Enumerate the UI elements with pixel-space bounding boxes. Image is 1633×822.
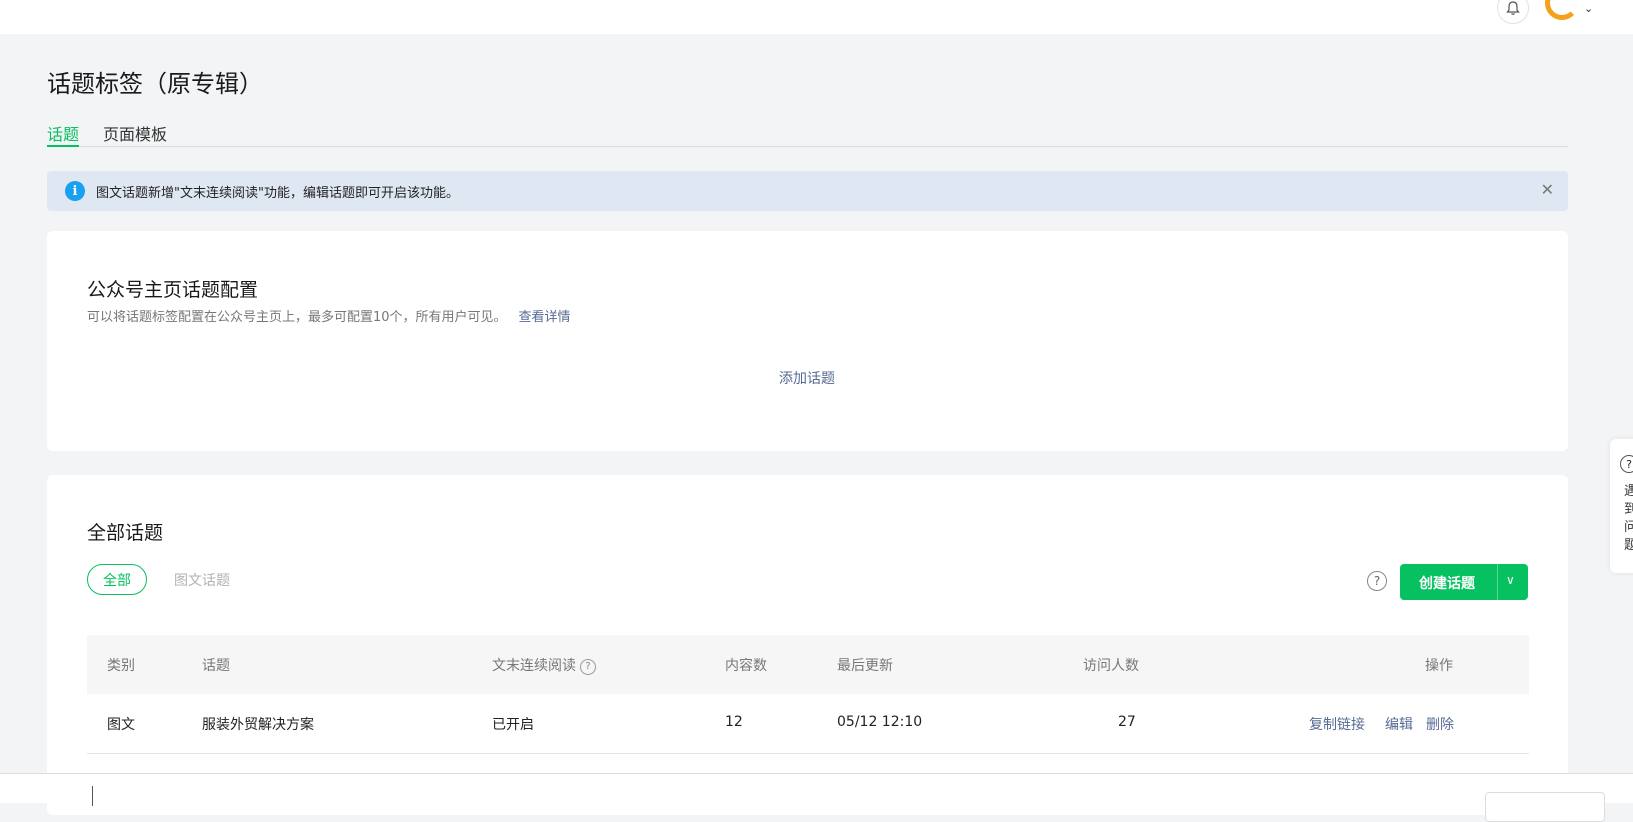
side-help-text[interactable]: 遇到问题 (1624, 483, 1633, 555)
cell-category: 图文 (107, 717, 135, 733)
side-help-widget[interactable]: ? 遇到问题 (1610, 439, 1633, 573)
header-continuous-reading-label: 文末连续阅读 (492, 658, 576, 674)
close-icon[interactable]: ✕ (1541, 180, 1554, 199)
cell-topic: 服装外贸解决方案 (202, 717, 314, 733)
notice-banner: i 图文话题新增"文末连续阅读"功能，编辑话题即可开启该功能。 ✕ (47, 171, 1568, 211)
bottom-action-button[interactable] (1485, 792, 1605, 822)
all-topics-title: 全部话题 (87, 522, 164, 544)
bell-icon (1506, 1, 1520, 15)
notice-text: 图文话题新增"文末连续阅读"功能，编辑话题即可开启该功能。 (96, 186, 459, 201)
edit-button[interactable]: 编辑 (1385, 714, 1413, 734)
homepage-config-desc: 可以将话题标签配置在公众号主页上，最多可配置10个，所有用户可见。 查看详情 (87, 306, 571, 325)
header-content-count: 内容数 (725, 658, 767, 674)
topics-table: 类别 话题 文末连续阅读? 内容数 最后更新 访问人数 操作 图文 服装外贸解决… (87, 635, 1529, 754)
divider (92, 786, 93, 806)
homepage-config-card: 公众号主页话题配置 可以将话题标签配置在公众号主页上，最多可配置10个，所有用户… (47, 231, 1568, 451)
homepage-config-title: 公众号主页话题配置 (87, 279, 259, 301)
header-continuous-reading: 文末连续阅读? (492, 655, 596, 675)
header-visitors: 访问人数 (1083, 658, 1139, 674)
create-topic-label[interactable]: 创建话题 (1419, 573, 1475, 593)
homepage-config-desc-text: 可以将话题标签配置在公众号主页上，最多可配置10个，所有用户可见。 (87, 310, 507, 325)
view-details-link[interactable]: 查看详情 (519, 310, 571, 325)
info-icon: i (65, 181, 85, 201)
notification-button[interactable] (1497, 0, 1529, 24)
avatar[interactable] (1545, 0, 1579, 20)
all-topics-card: 全部话题 全部 图文话题 ? 创建话题 ∨ 类别 话题 文末连续阅读? 内容数 … (47, 475, 1568, 815)
help-icon[interactable]: ? (1367, 571, 1387, 591)
chevron-down-icon[interactable]: ⌄ (1584, 2, 1593, 15)
create-topic-button[interactable]: 创建话题 ∨ (1400, 564, 1528, 600)
help-icon[interactable]: ? (580, 658, 596, 675)
chevron-down-icon[interactable]: ∨ (1506, 573, 1515, 587)
create-button-divider (1497, 564, 1498, 600)
table-header: 类别 话题 文末连续阅读? 内容数 最后更新 访问人数 操作 (87, 635, 1529, 694)
add-topic-button[interactable]: 添加话题 (779, 368, 835, 388)
cell-continuous-reading: 已开启 (492, 717, 534, 733)
header-category: 类别 (107, 658, 135, 674)
filter-all[interactable]: 全部 (87, 564, 147, 595)
header-topic: 话题 (202, 658, 230, 674)
delete-button[interactable]: 删除 (1426, 714, 1454, 734)
page-title: 话题标签（原专辑） (47, 70, 263, 98)
bottom-bar (0, 773, 1633, 822)
copy-link-button[interactable]: 复制链接 (1309, 714, 1365, 734)
filter-image-text-topics[interactable]: 图文话题 (174, 570, 230, 590)
tab-page-templates[interactable]: 页面模板 (103, 121, 167, 147)
tab-bar: 话题 页面模板 (47, 118, 1568, 147)
cell-last-updated: 05/12 12:10 (837, 714, 923, 730)
table-row: 图文 服装外贸解决方案 已开启 12 05/12 12:10 27 复制链接 编… (87, 694, 1529, 754)
help-icon[interactable]: ? (1620, 455, 1633, 473)
cell-visitors: 27 (1118, 714, 1136, 730)
header-last-updated: 最后更新 (837, 658, 893, 674)
tab-topics[interactable]: 话题 (47, 121, 80, 147)
header-actions: 操作 (1425, 658, 1453, 674)
cell-content-count: 12 (725, 714, 743, 730)
top-bar: ⌄ (0, 0, 1633, 34)
